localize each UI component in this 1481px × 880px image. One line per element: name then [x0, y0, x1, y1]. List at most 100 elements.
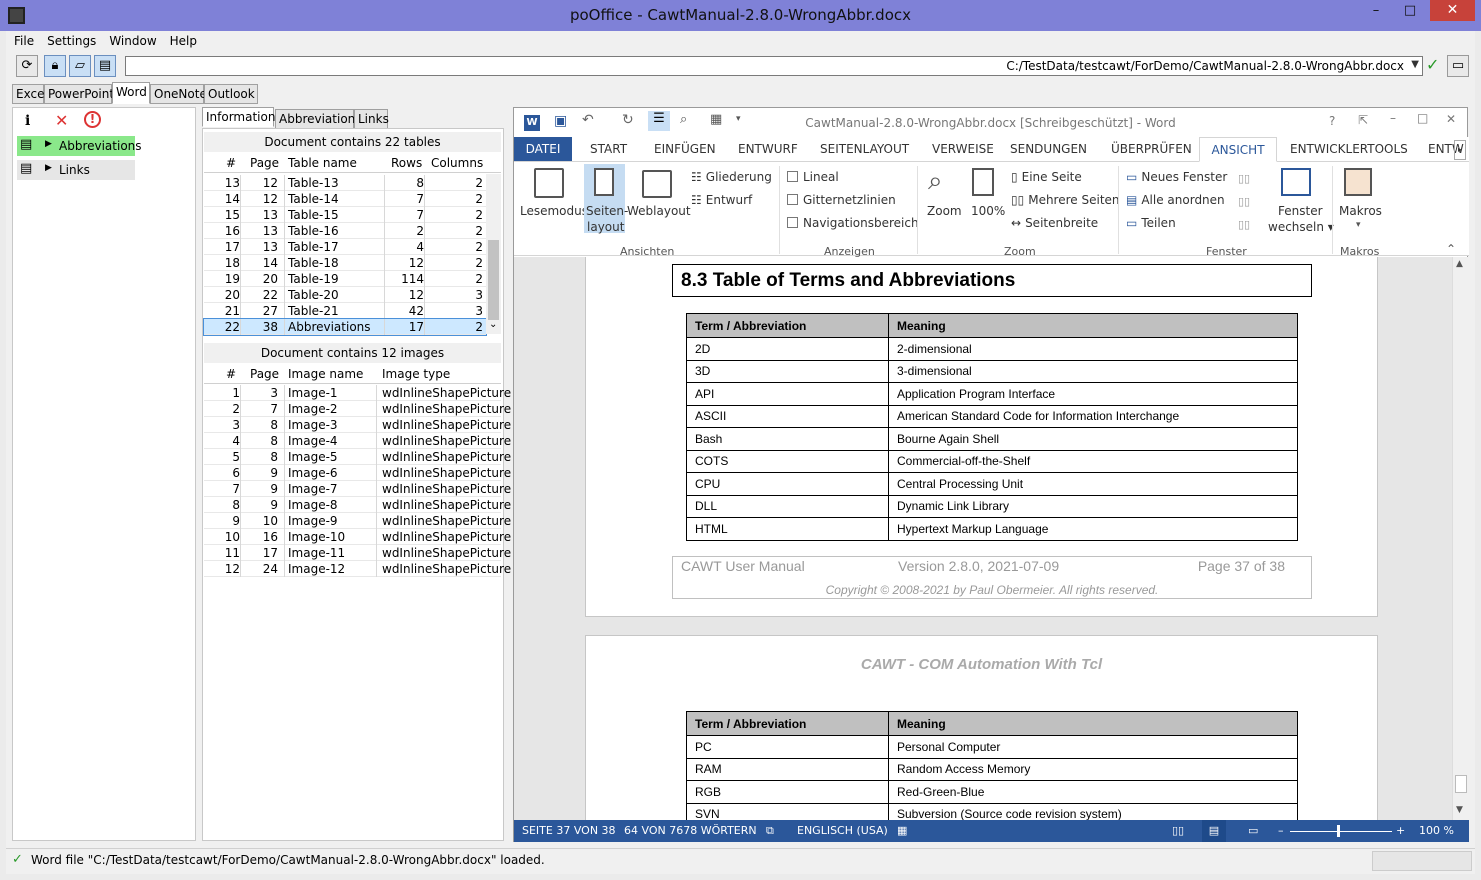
tables-scrollbar[interactable]: ⌄: [486, 174, 501, 334]
mehrere-seiten-button[interactable]: ▯▯ Mehrere Seiten: [1011, 193, 1120, 207]
tab-seitenlayout[interactable]: SEITENLAYOUT: [820, 137, 909, 161]
expand-icon[interactable]: ▶: [45, 163, 52, 173]
delete-icon[interactable]: ✕: [55, 111, 68, 130]
zoom-out-icon[interactable]: –: [1278, 824, 1284, 837]
word-count[interactable]: 64 VON 7678 WÖRTERN: [624, 824, 757, 837]
maximize-button[interactable]: □: [1396, 0, 1424, 22]
switch-window-label[interactable]: Fenster: [1278, 204, 1323, 218]
proofing-icon[interactable]: ⧉: [766, 824, 774, 838]
col-header[interactable]: Columns: [431, 155, 483, 171]
tab-einfuegen[interactable]: EINFÜGEN: [654, 137, 716, 161]
open-folder-icon[interactable]: ▱: [69, 55, 91, 77]
makros-button[interactable]: Makros: [1339, 204, 1382, 218]
image-row[interactable]: 1 3 Image-1 wdInlineShapePicture: [204, 385, 511, 401]
menu-window[interactable]: Window: [104, 31, 161, 51]
tree-item-links[interactable]: ▤ ▶ Links: [17, 160, 135, 180]
col-header[interactable]: Page: [250, 366, 279, 382]
ribbon-options-icon[interactable]: ⇱: [1358, 113, 1368, 127]
col-header[interactable]: Table name: [288, 155, 357, 171]
navigationsbereich-checkbox[interactable]: Navigationsbereich: [787, 216, 919, 230]
table-row[interactable]: 21 27 Table-21 42 3: [204, 303, 486, 319]
menu-settings[interactable]: Settings: [42, 31, 101, 51]
sync-scroll-icon[interactable]: ▯▯: [1238, 195, 1250, 208]
close-button[interactable]: ✕: [1446, 112, 1456, 126]
col-header[interactable]: Image type: [382, 366, 450, 382]
path-combobox[interactable]: C:/TestData/testcawt/ForDemo/CawtManual-…: [125, 56, 1423, 76]
seitenbreite-button[interactable]: ↔ Seitenbreite: [1011, 216, 1098, 230]
entwurf-button[interactable]: ☷ Entwurf: [691, 193, 752, 207]
macro-record-icon[interactable]: ▦: [897, 824, 907, 837]
table-row[interactable]: 14 12 Table-14 7 2: [204, 191, 486, 207]
teilen-button[interactable]: ▭ Teilen: [1126, 216, 1176, 230]
tree-item-abbreviations[interactable]: ▤ ▶ Abbreviations: [17, 136, 142, 156]
chevron-down-icon[interactable]: ▾: [1356, 220, 1361, 230]
lock-icon[interactable]: 🔒︎: [44, 55, 66, 77]
table-row[interactable]: 15 13 Table-15 7 2: [204, 207, 486, 223]
col-header[interactable]: Rows: [391, 155, 422, 171]
image-row[interactable]: 6 9 Image-6 wdInlineShapePicture: [204, 465, 511, 481]
scroll-thumb[interactable]: [1455, 775, 1467, 793]
expand-icon[interactable]: ▶: [45, 139, 52, 149]
tab-outlook[interactable]: Outlook: [204, 84, 258, 104]
warning-icon[interactable]: !: [84, 111, 101, 128]
menu-help[interactable]: Help: [165, 31, 202, 51]
menu-file[interactable]: File: [9, 31, 39, 51]
alle-anordnen-button[interactable]: ▤ Alle anordnen: [1126, 193, 1225, 207]
checkmark-icon[interactable]: ✓: [1426, 55, 1439, 74]
zoom-level[interactable]: 100 %: [1419, 824, 1454, 837]
tab-entwurf[interactable]: ENTWURF: [738, 137, 798, 161]
zoom-in-icon[interactable]: +: [1396, 824, 1405, 837]
tab-start[interactable]: START: [590, 137, 627, 161]
table-row[interactable]: 13 12 Table-13 8 2: [204, 175, 486, 191]
document-scrollbar[interactable]: ▲ ▼: [1452, 257, 1468, 820]
col-header[interactable]: Page: [250, 155, 279, 171]
image-row[interactable]: 12 24 Image-12 wdInlineShapePicture: [204, 561, 511, 577]
col-header[interactable]: Image name: [288, 366, 363, 382]
minimize-button[interactable]: –: [1362, 0, 1390, 22]
image-row[interactable]: 8 9 Image-8 wdInlineShapePicture: [204, 497, 511, 513]
zoom-slider[interactable]: [1290, 831, 1392, 832]
eine-seite-button[interactable]: ▯ Eine Seite: [1011, 170, 1082, 184]
neues-fenster-button[interactable]: ▭ Neues Fenster: [1126, 170, 1227, 184]
tab-ueberpruefen[interactable]: ÜBERPRÜFEN: [1111, 137, 1192, 161]
close-button[interactable]: ✕: [1430, 0, 1475, 21]
tab-onenote[interactable]: OneNote: [150, 84, 207, 104]
table-row[interactable]: 17 13 Table-17 4 2: [204, 239, 486, 255]
reset-position-icon[interactable]: ▯▯: [1238, 218, 1250, 231]
tab-verweise[interactable]: VERWEISE: [932, 137, 994, 161]
print-layout-view-icon[interactable]: ▤: [1202, 820, 1226, 842]
col-header[interactable]: #: [226, 155, 236, 171]
collapse-ribbon-icon[interactable]: ⌃: [1446, 242, 1456, 256]
table-row[interactable]: 18 14 Table-18 12 2: [204, 255, 486, 271]
image-row[interactable]: 9 10 Image-9 wdInlineShapePicture: [204, 513, 511, 529]
col-header[interactable]: #: [226, 366, 236, 382]
chevron-down-icon[interactable]: ▼: [1411, 59, 1419, 70]
tab-information[interactable]: Information: [202, 107, 275, 127]
tab-datei[interactable]: DATEI: [514, 137, 572, 161]
page-count[interactable]: SEITE 37 VON 38: [522, 824, 616, 837]
image-row[interactable]: 7 9 Image-7 wdInlineShapePicture: [204, 481, 511, 497]
tab-excel[interactable]: Excel: [12, 84, 48, 104]
tab-word[interactable]: Word: [112, 82, 150, 104]
tab-entwicklertools[interactable]: ENTWICKLERTOOLS: [1290, 137, 1408, 161]
image-row[interactable]: 4 8 Image-4 wdInlineShapePicture: [204, 433, 511, 449]
gliederung-button[interactable]: ☷ Gliederung: [691, 170, 772, 184]
help-icon[interactable]: ?: [1329, 114, 1335, 128]
read-mode-view-icon[interactable]: ▯▯: [1172, 824, 1184, 837]
tab-links[interactable]: Links: [354, 109, 389, 129]
weblayout-button[interactable]: Weblayout: [627, 204, 691, 218]
table-row[interactable]: 22 38 Abbreviations 17 2: [203, 318, 487, 336]
maximize-button[interactable]: □: [1417, 111, 1428, 125]
lineal-checkbox[interactable]: Lineal: [787, 170, 839, 184]
open-file-icon[interactable]: ▭: [1447, 55, 1469, 77]
scroll-up-icon[interactable]: ▲: [1456, 259, 1463, 269]
lesemodus-button[interactable]: Lesemodus: [520, 204, 588, 218]
language[interactable]: ENGLISCH (USA): [797, 824, 888, 837]
chevron-down-icon[interactable]: ⌄: [489, 319, 497, 330]
zoom-slider-thumb[interactable]: [1337, 825, 1340, 837]
table-row[interactable]: 19 20 Table-19 114 2: [204, 271, 486, 287]
refresh-icon[interactable]: ⟳: [16, 55, 38, 77]
hundred-percent-button[interactable]: 100%: [971, 204, 1005, 218]
document-area[interactable]: 8.3 Table of Terms and Abbreviations Ter…: [514, 257, 1452, 820]
document-icon[interactable]: ▤: [94, 55, 116, 77]
